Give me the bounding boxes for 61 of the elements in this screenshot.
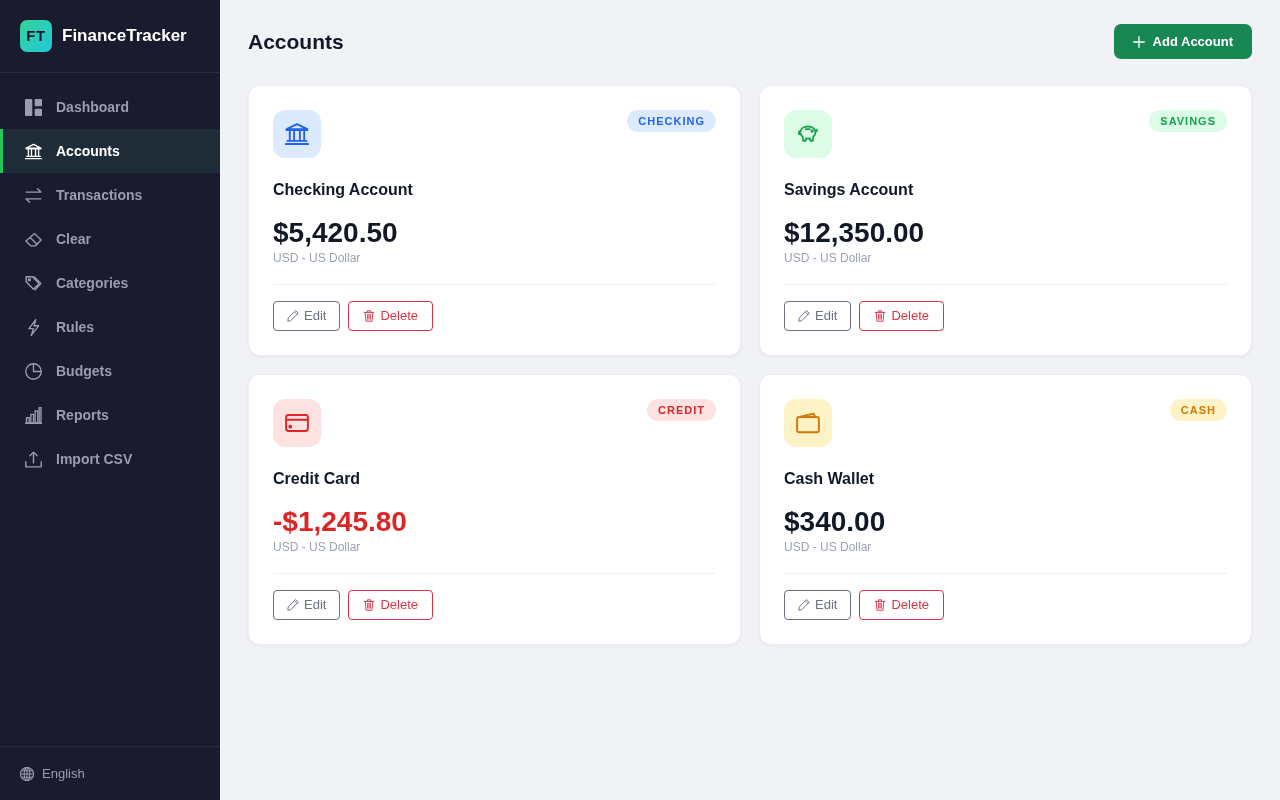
sidebar-item[interactable]: Reports [0,393,220,437]
dashboard-icon [25,98,42,116]
account-balance: $5,420.50 [273,216,399,250]
account-name: Cash Wallet [784,469,876,489]
account-balance: -$1,245.80 [273,505,408,539]
account-balance: $12,350.00 [784,216,926,250]
delete-button[interactable]: Delete [859,590,944,620]
trash-icon [363,310,376,322]
account-type-badge: SAVINGS [1149,110,1227,132]
currency-label: USD - US Dollar [273,539,362,555]
lightning-icon [25,318,42,336]
edit-button[interactable]: Edit [784,590,852,620]
pie-chart-icon [25,362,42,380]
delete-button[interactable]: Delete [859,301,944,331]
pencil-icon [798,310,810,322]
app-name: FinanceTracker [62,25,187,48]
account-name: Checking Account [273,180,414,200]
currency-label: USD - US Dollar [273,250,362,266]
app-logo: FT [20,20,52,52]
bank-icon [273,110,321,158]
wallet-icon [784,399,832,447]
edit-button[interactable]: Edit [784,301,852,331]
sidebar-item[interactable]: Transactions [0,173,220,217]
bar-chart-icon [25,406,42,424]
sidebar-item[interactable]: Import CSV [0,437,220,481]
trash-icon [874,599,887,611]
account-name: Credit Card [273,469,362,489]
globe-icon [20,766,34,781]
currency-label: USD - US Dollar [784,250,873,266]
currency-label: USD - US Dollar [784,539,873,555]
pencil-icon [287,310,299,322]
arrows-left-right-icon [25,186,42,204]
edit-button[interactable]: Edit [273,301,341,331]
pencil-icon [798,599,810,611]
account-type-badge: CHECKING [627,110,716,132]
sidebar-item[interactable]: Budgets [0,349,220,393]
account-type-badge: CASH [1169,399,1227,421]
tags-icon [25,274,42,292]
account-type-badge: CREDIT [647,399,716,421]
add-account-button[interactable]: Add Account [1113,24,1252,59]
delete-button[interactable]: Delete [348,301,433,331]
sidebar-item[interactable]: Accounts [0,129,220,173]
pencil-icon [287,599,299,611]
page-title: Accounts [248,28,344,55]
sidebar-item[interactable]: Clear [0,217,220,261]
account-name: Savings Account [784,180,915,200]
delete-button[interactable]: Delete [348,590,433,620]
sidebar-item[interactable]: Categories [0,261,220,305]
trash-icon [363,599,376,611]
language-selector[interactable]: English [20,763,85,784]
eraser-icon [25,230,42,248]
sidebar-item[interactable]: Rules [0,305,220,349]
piggy-bank-icon [784,110,832,158]
plus-icon [1132,35,1145,48]
edit-button[interactable]: Edit [273,590,341,620]
upload-icon [25,450,42,468]
account-balance: $340.00 [784,505,887,539]
trash-icon [874,310,887,322]
bank-icon [25,142,42,160]
sidebar-item[interactable]: Dashboard [0,85,220,129]
credit-card-icon [273,399,321,447]
